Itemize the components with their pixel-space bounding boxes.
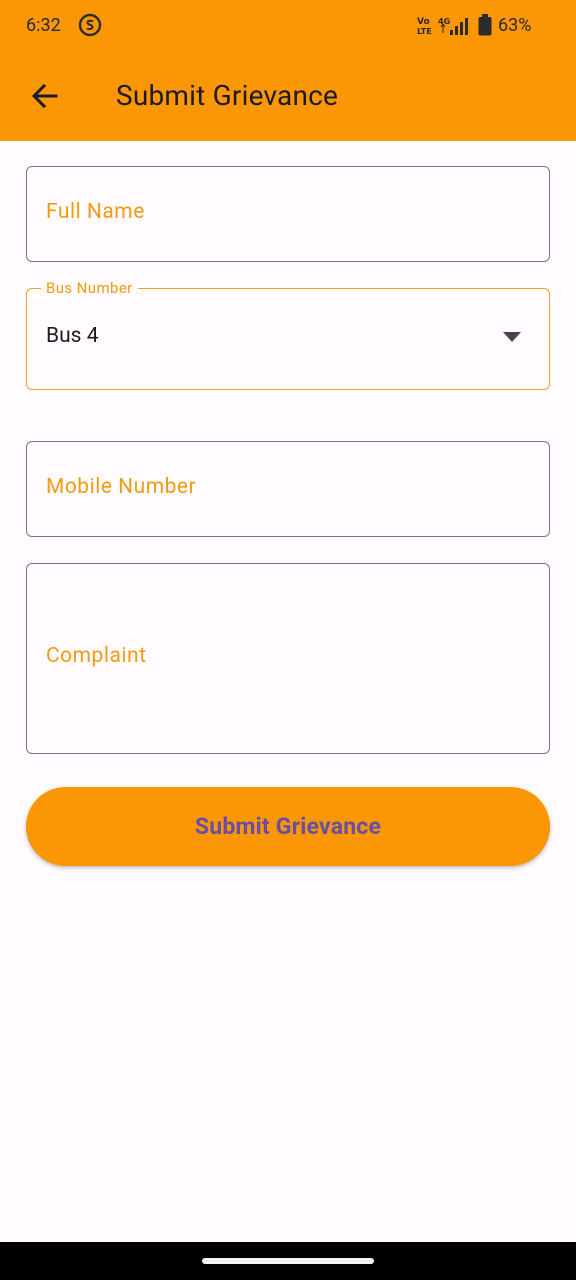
full-name-label: Full Name xyxy=(46,200,145,224)
full-name-field[interactable]: Full Name xyxy=(26,166,550,262)
bus-number-dropdown[interactable]: Bus Number Bus 4 xyxy=(26,279,550,390)
complaint-field[interactable]: Complaint xyxy=(26,563,550,754)
bus-number-label: Bus Number xyxy=(41,279,138,297)
app-bar: 6:32 Vo LTE 4G 63% Submit Grievance xyxy=(0,0,576,141)
home-gesture-handle[interactable] xyxy=(202,1258,374,1264)
mobile-number-field[interactable]: Mobile Number xyxy=(26,441,550,537)
bus-number-value: Bus 4 xyxy=(46,324,99,348)
dropdown-arrow-icon xyxy=(503,332,521,342)
battery-icon xyxy=(478,14,492,36)
back-button[interactable] xyxy=(23,74,67,118)
svg-text:LTE: LTE xyxy=(417,27,432,36)
battery-percent: 63% xyxy=(498,15,532,36)
complaint-label: Complaint xyxy=(46,644,147,668)
submit-button-label: Submit Grievance xyxy=(194,813,382,840)
mobile-number-label: Mobile Number xyxy=(46,475,197,499)
signal-icon: Vo LTE 4G xyxy=(417,17,468,36)
status-time: 6:32 xyxy=(26,15,61,36)
svg-text:Vo: Vo xyxy=(417,17,430,27)
arrow-left-icon xyxy=(31,83,58,109)
app-notification-icon xyxy=(78,13,102,37)
submit-grievance-button[interactable]: Submit Grievance xyxy=(26,787,550,866)
system-navigation-bar xyxy=(0,1242,576,1280)
svg-text:4G: 4G xyxy=(438,17,450,26)
page-title: Submit Grievance xyxy=(116,79,339,112)
